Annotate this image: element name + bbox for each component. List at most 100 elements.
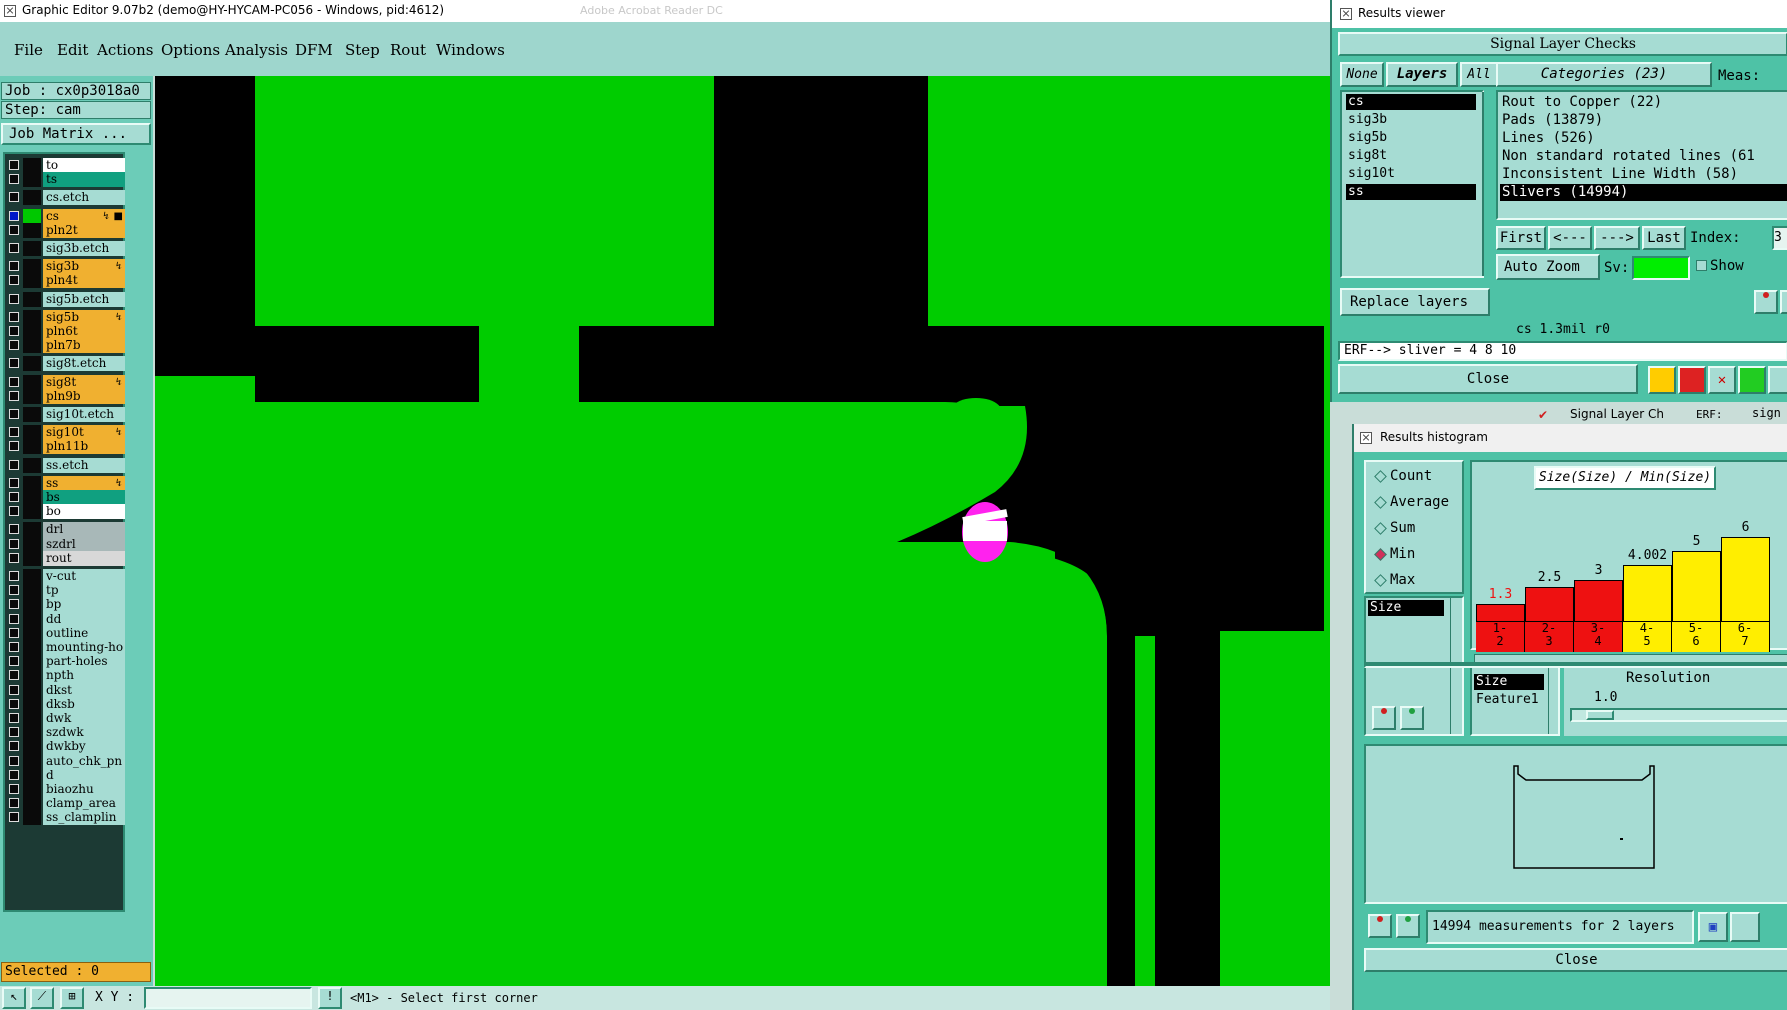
layer-display-swatch[interactable] [23, 273, 41, 289]
clear-icon[interactable]: ✕ [1708, 366, 1736, 394]
refresh-result-icon[interactable] [1780, 290, 1787, 314]
layer-name[interactable]: drl [43, 522, 125, 538]
menu-windows[interactable]: Windows [436, 41, 505, 59]
layer-name[interactable]: bp [43, 597, 125, 613]
histogram-bin-label[interactable]: 2- 3 [1525, 622, 1574, 652]
histogram-close-button[interactable]: Close [1364, 948, 1787, 972]
close-window-icon[interactable] [1360, 432, 1372, 444]
layer-row-sig5b.etch[interactable]: sig5b.etch [7, 291, 125, 307]
layer-name[interactable]: d [43, 767, 125, 783]
menu-actions[interactable]: Actions [97, 41, 153, 59]
layer-checkbox[interactable] [9, 627, 19, 638]
histogram-bar[interactable] [1721, 537, 1770, 622]
xy-input[interactable] [144, 987, 312, 1009]
layer-row-part-holes[interactable]: part-holes [7, 654, 125, 670]
menu-dfm[interactable]: DFM [295, 41, 333, 59]
more-icon[interactable] [1768, 366, 1787, 394]
layer-name[interactable]: npth [43, 668, 125, 684]
average-radio[interactable] [1374, 496, 1387, 509]
layer-checkbox[interactable] [9, 798, 19, 809]
layer-row-npth[interactable]: npth [7, 668, 125, 684]
layer-row-drl[interactable]: drl [7, 522, 125, 538]
layer-display-swatch[interactable] [23, 457, 41, 473]
layer-display-swatch[interactable] [23, 536, 41, 552]
layer-display-swatch[interactable] [23, 753, 41, 769]
job-matrix-button[interactable]: Job Matrix ... [1, 123, 151, 145]
layer-display-swatch[interactable] [23, 796, 41, 812]
menu-options[interactable]: Options [161, 41, 220, 59]
layer-display-swatch[interactable] [23, 767, 41, 783]
layer-name[interactable]: ss ↯ [43, 475, 125, 491]
layer-display-swatch[interactable] [23, 356, 41, 372]
layer-name[interactable]: auto_chk_pn [43, 753, 125, 769]
layer-name[interactable]: cs.etch [43, 190, 125, 206]
layer-display-swatch[interactable] [23, 190, 41, 206]
histogram-bin-label[interactable]: 3- 4 [1574, 622, 1623, 652]
layer-name[interactable]: pln6t [43, 324, 125, 339]
layer-name[interactable]: outline [43, 625, 125, 641]
layer-display-swatch[interactable] [23, 682, 41, 698]
layer-row-bo[interactable]: bo [7, 504, 125, 520]
layer-row-cs.etch[interactable]: cs.etch [7, 190, 125, 206]
layer-row-sig8t.etch[interactable]: sig8t.etch [7, 356, 125, 372]
layer-row-pln9b[interactable]: pln9b [7, 388, 125, 404]
layer-checkbox[interactable] [9, 261, 19, 272]
layer-checkbox[interactable] [9, 224, 19, 235]
resolution-slider-thumb[interactable] [1586, 710, 1614, 720]
layer-name[interactable]: sig5b ↯ [43, 309, 125, 325]
layer-display-swatch[interactable] [23, 611, 41, 627]
filter-layers-button[interactable]: Layers [1386, 62, 1458, 87]
layer-row-pln6t[interactable]: pln6t [7, 324, 125, 339]
menu-file[interactable]: File [14, 41, 43, 59]
layer-row-biaozhu[interactable]: biaozhu [7, 782, 125, 797]
layer-list-scrollbar[interactable] [127, 152, 151, 912]
layer-display-swatch[interactable] [23, 374, 41, 390]
delete-field-icon[interactable] [1372, 706, 1396, 730]
layer-name[interactable]: pln4t [43, 273, 125, 289]
layer-row-sig3b.etch[interactable]: sig3b.etch [7, 241, 125, 256]
layer-name[interactable]: dwkby [43, 739, 125, 755]
layer-checkbox[interactable] [9, 340, 19, 351]
layer-row-v-cut[interactable]: v-cut [7, 569, 125, 584]
layer-display-swatch[interactable] [23, 782, 41, 797]
layer-checkbox[interactable] [9, 727, 19, 738]
layer-row-d[interactable]: d [7, 767, 125, 783]
menu-analysis[interactable]: Analysis [225, 41, 288, 59]
layer-name[interactable]: cs ↯ ■ [43, 208, 125, 224]
histogram-bin-label[interactable]: 6- 7 [1721, 622, 1770, 652]
layer-checkbox[interactable] [9, 670, 19, 681]
layer-checkbox[interactable] [9, 427, 19, 438]
layer-checkbox[interactable] [9, 656, 19, 667]
layer-name[interactable]: sig8t.etch [43, 356, 125, 372]
layer-row-cs[interactable]: cs ↯ ■ [7, 208, 125, 224]
category-item[interactable]: Lines (526) [1502, 130, 1595, 146]
report-icon[interactable] [1738, 366, 1766, 394]
layer-display-swatch[interactable] [23, 810, 41, 826]
layer-name[interactable]: bo [43, 504, 125, 520]
category-item[interactable]: Non standard rotated lines (61 [1502, 148, 1755, 164]
prev-button[interactable]: <--- [1548, 226, 1592, 250]
layer-row-auto_chk_pn[interactable]: auto_chk_pn [7, 753, 125, 769]
stop-icon[interactable] [1678, 366, 1706, 394]
layer-checkbox[interactable] [9, 613, 19, 624]
index-input[interactable]: 3 [1772, 226, 1787, 250]
layer-checkbox[interactable] [9, 326, 19, 336]
layer-checkbox[interactable] [9, 812, 19, 823]
layer-display-swatch[interactable] [23, 425, 41, 441]
layer-name[interactable]: szdrl [43, 536, 125, 552]
layer-row-bp[interactable]: bp [7, 597, 125, 613]
menu-step[interactable]: Step [345, 41, 380, 59]
layer-checkbox[interactable] [9, 642, 19, 652]
layer-row-mounting-ho[interactable]: mounting-ho [7, 640, 125, 655]
layer-row-dwk[interactable]: dwk [7, 711, 125, 726]
layer-checkbox[interactable] [9, 358, 19, 369]
layer-name[interactable]: sig10t ↯ [43, 425, 125, 441]
size-item[interactable]: Size [1474, 674, 1544, 690]
layer-display-swatch[interactable] [23, 439, 41, 455]
layer-row-outline[interactable]: outline [7, 625, 125, 641]
layer-row-szdrl[interactable]: szdrl [7, 536, 125, 552]
layer-checkbox[interactable] [9, 275, 19, 286]
layer-checkbox[interactable] [9, 459, 19, 470]
layer-row-sig10t[interactable]: sig10t ↯ [7, 425, 125, 441]
rv-layer-scrollbar[interactable] [1482, 92, 1484, 276]
